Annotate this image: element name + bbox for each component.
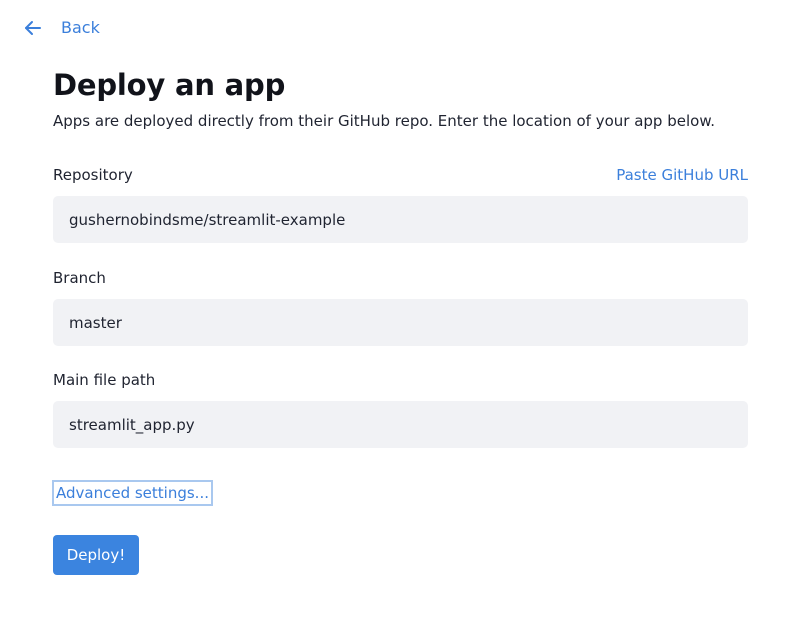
paste-github-url-link[interactable]: Paste GitHub URL <box>616 166 748 184</box>
main-file-path-input[interactable] <box>53 401 748 448</box>
repository-label: Repository <box>53 166 133 184</box>
repository-input[interactable] <box>53 196 748 243</box>
branch-input[interactable] <box>53 299 748 346</box>
page-subtitle: Apps are deployed directly from their Gi… <box>53 112 715 130</box>
arrow-left-icon <box>24 19 42 37</box>
back-link[interactable]: Back <box>24 18 100 37</box>
back-label: Back <box>61 18 100 37</box>
deploy-page: Back Deploy an app Apps are deployed dir… <box>0 0 800 618</box>
main-file-path-label: Main file path <box>53 371 156 389</box>
deploy-button[interactable]: Deploy! <box>53 535 139 575</box>
branch-label: Branch <box>53 269 106 287</box>
page-title: Deploy an app <box>53 68 286 102</box>
advanced-settings-link[interactable]: Advanced settings... <box>52 480 213 506</box>
